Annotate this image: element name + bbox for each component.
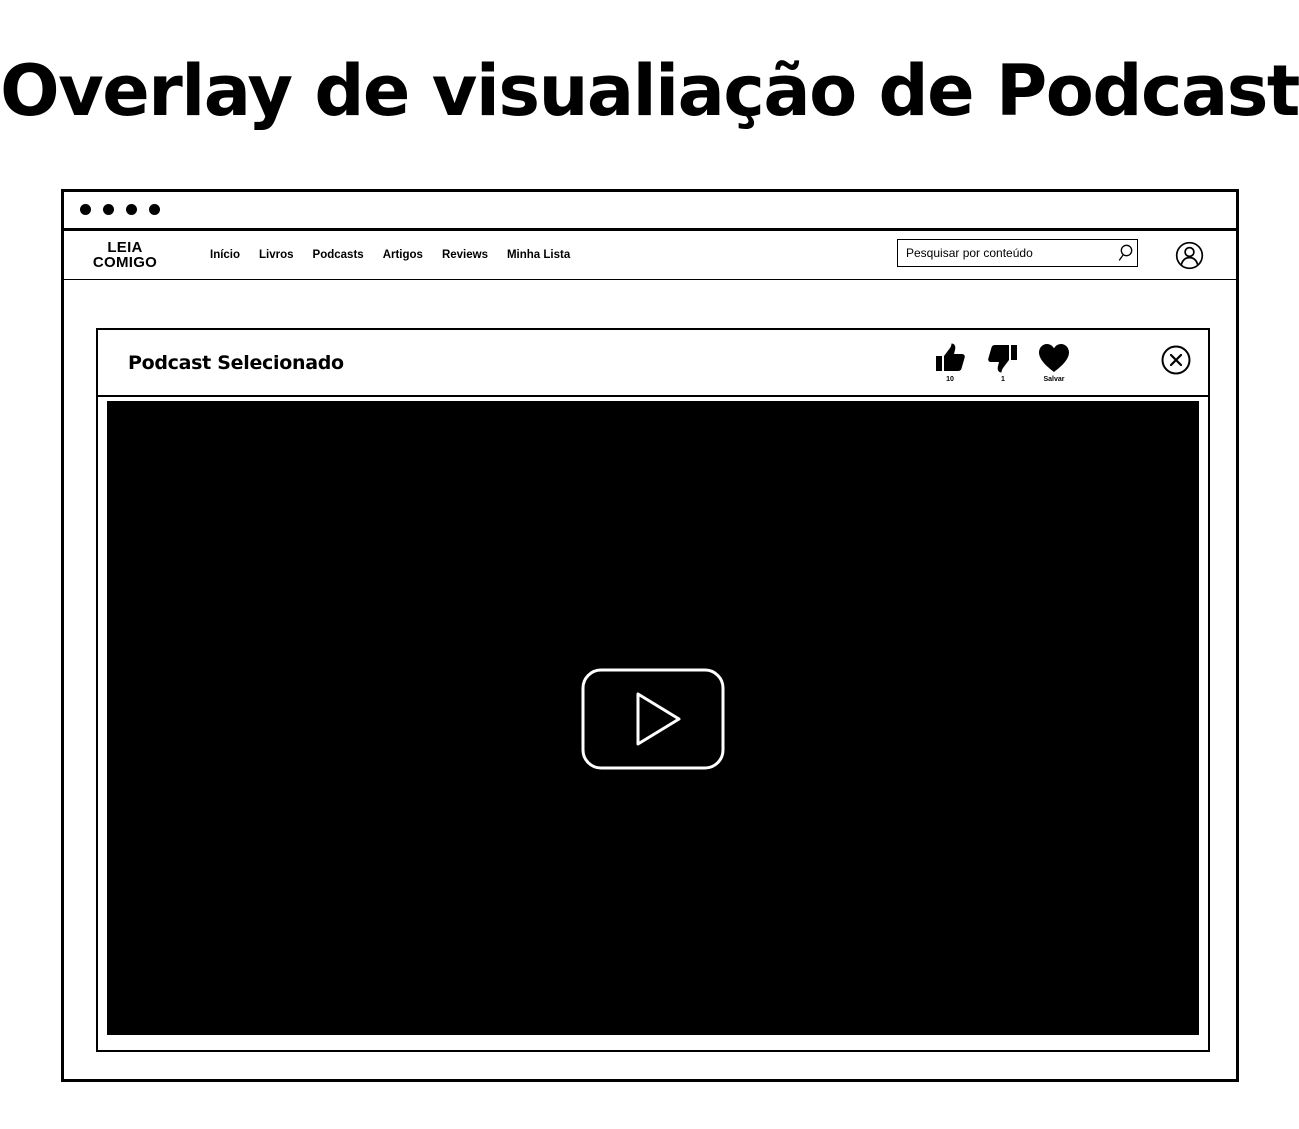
video-player[interactable] <box>107 401 1199 1035</box>
close-icon[interactable] <box>1160 344 1192 376</box>
window-dot[interactable] <box>126 204 137 215</box>
search-box <box>897 239 1138 267</box>
user-circle-icon[interactable] <box>1175 241 1204 270</box>
window-title-bar <box>64 192 1236 231</box>
search-icon[interactable] <box>1117 243 1135 263</box>
nav-link-podcasts[interactable]: Podcasts <box>313 249 364 261</box>
window-dot[interactable] <box>149 204 160 215</box>
nav-link-livros[interactable]: Livros <box>259 249 294 261</box>
like-button[interactable]: 10 <box>930 342 970 384</box>
save-label: Salvar <box>1043 376 1065 383</box>
nav-link-reviews[interactable]: Reviews <box>442 249 488 261</box>
thumbs-down-icon <box>988 345 1017 373</box>
window-dot[interactable] <box>103 204 114 215</box>
logo[interactable]: LEIA COMIGO <box>89 240 161 270</box>
top-navigation: LEIA COMIGO Início Livros Podcasts Artig… <box>64 231 1236 280</box>
overlay-title: Podcast Selecionado <box>128 352 344 374</box>
browser-window: LEIA COMIGO Início Livros Podcasts Artig… <box>61 189 1239 1082</box>
thumbs-up-icon <box>936 343 965 371</box>
nav-links: Início Livros Podcasts Artigos Reviews M… <box>210 249 570 261</box>
page-heading: Overlay de visualiação de Podcast <box>0 50 1299 132</box>
nav-link-artigos[interactable]: Artigos <box>383 249 423 261</box>
window-controls <box>80 204 160 215</box>
podcast-overlay: Podcast Selecionado 10 1 Salvar <box>96 328 1210 1052</box>
logo-line-2: COMIGO <box>92 254 158 271</box>
like-count: 10 <box>946 376 954 383</box>
window-dot[interactable] <box>80 204 91 215</box>
dislike-count: 1 <box>1001 376 1005 383</box>
overlay-header: Podcast Selecionado 10 1 Salvar <box>98 330 1208 397</box>
nav-link-inicio[interactable]: Início <box>210 249 240 261</box>
dislike-button[interactable]: 1 <box>983 342 1023 384</box>
save-button[interactable]: Salvar <box>1034 342 1074 384</box>
heart-icon <box>1039 344 1069 372</box>
search-input[interactable] <box>904 243 1108 263</box>
play-icon[interactable] <box>581 668 725 770</box>
logo-line-1: LEIA <box>107 239 143 256</box>
nav-link-minha-lista[interactable]: Minha Lista <box>507 249 570 261</box>
